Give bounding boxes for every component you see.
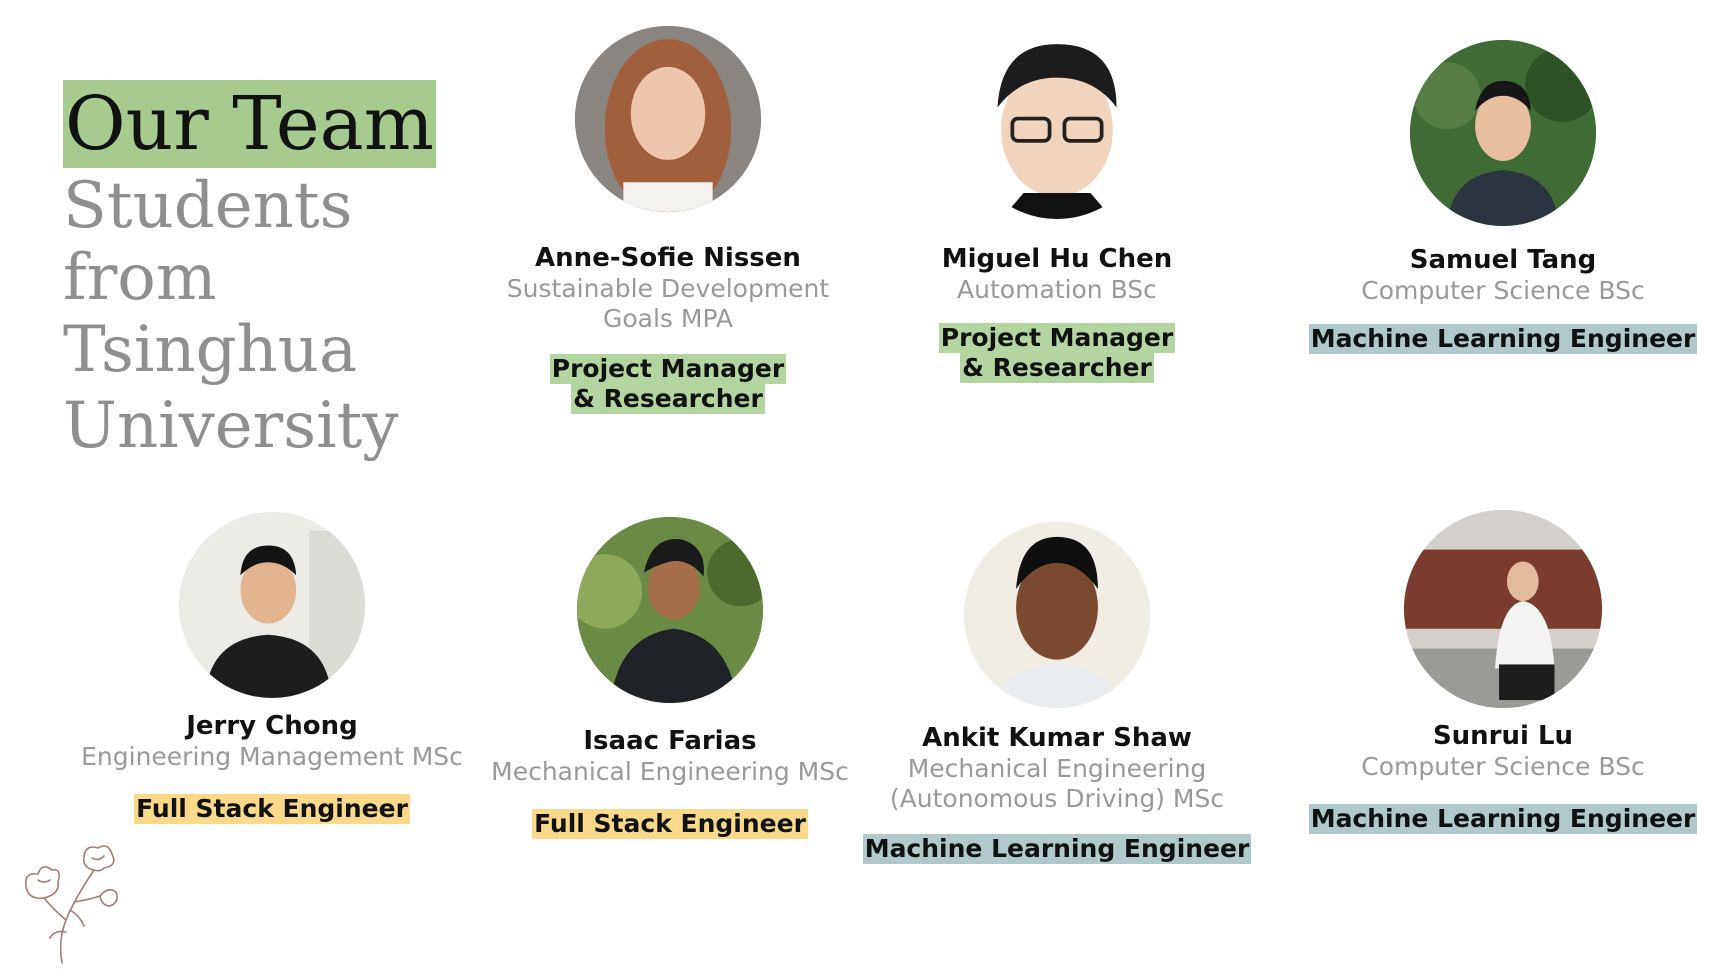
portrait-icon xyxy=(575,26,761,212)
role-badge: Project Manager xyxy=(549,354,787,384)
role-badge: Full Stack Engineer xyxy=(134,794,410,824)
role-badge: & Researcher xyxy=(960,353,1154,383)
team-member-card: Ankit Kumar Shaw Mechanical Engineering … xyxy=(857,522,1257,864)
member-degree: Computer Science BSc xyxy=(1361,752,1645,781)
avatar xyxy=(964,522,1150,708)
member-degree: Automation BSc xyxy=(957,275,1157,304)
member-degree: Mechanical Engineering MSc xyxy=(491,757,849,786)
member-name: Samuel Tang xyxy=(1409,245,1597,275)
avatar xyxy=(1404,510,1602,708)
role-badge: & Researcher xyxy=(571,384,765,414)
member-name: Sunrui Lu xyxy=(1432,721,1574,751)
member-degree: (Autonomous Driving) MSc xyxy=(889,784,1225,813)
subtitle-line: Tsinghua xyxy=(63,313,358,387)
subtitle-line: from xyxy=(63,241,217,315)
role-badge: Machine Learning Engineer xyxy=(1308,804,1698,834)
team-member-card: Miguel Hu Chen Automation BSc Project Ma… xyxy=(857,33,1257,383)
member-degree: Mechanical Engineering xyxy=(907,754,1207,783)
portrait-icon xyxy=(179,512,365,698)
team-member-card: Isaac Farias Mechanical Engineering MSc … xyxy=(470,517,870,839)
member-degree: Engineering Management MSc xyxy=(81,742,463,771)
member-name: Isaac Farias xyxy=(583,726,757,756)
page-title: Our Team xyxy=(63,80,436,168)
avatar xyxy=(1410,40,1596,226)
portrait-icon xyxy=(1410,40,1596,226)
flower-line-drawing-icon xyxy=(24,845,118,964)
subtitle-line: University xyxy=(63,389,399,463)
portrait-icon xyxy=(964,33,1150,219)
member-degree: Goals MPA xyxy=(602,304,734,333)
portrait-icon xyxy=(964,522,1150,708)
portrait-icon xyxy=(577,517,763,703)
member-degree: Sustainable Development xyxy=(506,274,830,303)
member-name: Miguel Hu Chen xyxy=(941,244,1173,274)
role-badge: Machine Learning Engineer xyxy=(862,834,1252,864)
avatar xyxy=(577,517,763,703)
team-member-card: Jerry Chong Engineering Management MSc F… xyxy=(72,512,472,824)
member-name: Jerry Chong xyxy=(186,711,358,741)
portrait-icon xyxy=(1404,510,1602,708)
avatar xyxy=(179,512,365,698)
team-member-card: Samuel Tang Computer Science BSc Machine… xyxy=(1303,40,1703,354)
team-heading: Our Team Students from Tsinghua Universi… xyxy=(63,80,483,462)
member-degree: Computer Science BSc xyxy=(1361,276,1645,305)
team-member-card: Anne-Sofie Nissen Sustainable Developmen… xyxy=(468,26,868,414)
member-name: Ankit Kumar Shaw xyxy=(922,723,1192,753)
team-member-card: Sunrui Lu Computer Science BSc Machine L… xyxy=(1303,510,1703,834)
member-name: Anne-Sofie Nissen xyxy=(535,243,801,273)
subtitle-line: Students xyxy=(63,169,353,243)
avatar xyxy=(575,26,761,212)
avatar xyxy=(964,33,1150,219)
role-badge: Project Manager xyxy=(938,323,1176,353)
role-badge: Machine Learning Engineer xyxy=(1308,324,1698,354)
role-badge: Full Stack Engineer xyxy=(532,809,808,839)
